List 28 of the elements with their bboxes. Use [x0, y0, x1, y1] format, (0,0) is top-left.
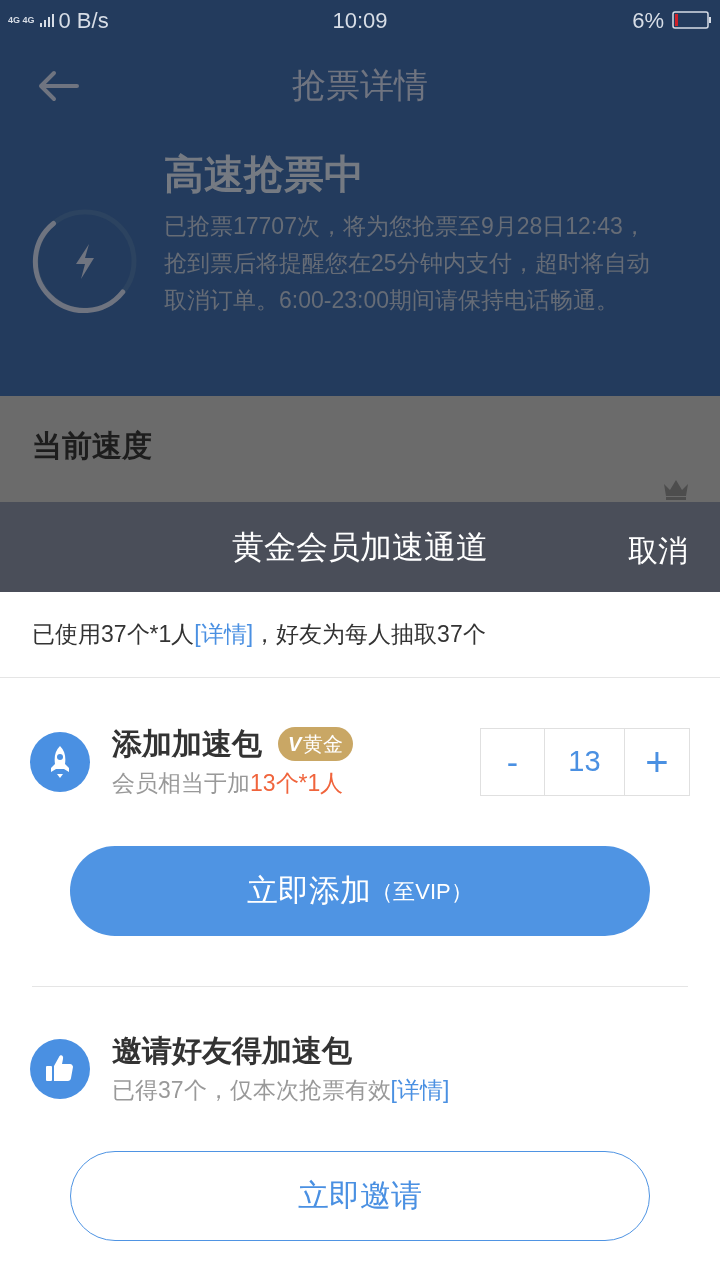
section-title: 当前速度 — [32, 427, 152, 464]
rocket-icon — [30, 732, 90, 792]
details-link[interactable]: [详情] — [194, 621, 254, 648]
clock-time: 10:09 — [332, 6, 388, 35]
item-title: 添加加速包 — [112, 726, 262, 762]
add-button[interactable]: 立即添加（至VIP） — [70, 846, 650, 936]
battery-percent: 6% — [632, 6, 664, 35]
sheet-title: 黄金会员加速通道 — [232, 528, 488, 567]
status-heading: 高速抢票中 — [164, 151, 365, 198]
battery-icon — [672, 11, 712, 29]
item-subtitle: 已得37个，仅本次抢票有效[详情] — [112, 1076, 451, 1105]
lightning-ring-icon — [32, 208, 138, 314]
details-link[interactable]: [详情] — [390, 1077, 450, 1103]
thumbs-up-icon — [30, 1039, 90, 1099]
minus-button[interactable]: - — [481, 729, 545, 795]
network-speed: 0 B/s — [58, 6, 109, 35]
crown-icon — [662, 478, 690, 500]
network-label: 4G 4G — [8, 15, 35, 25]
usage-text: 已使用37个*1人[详情]，好友为每人抽取37个 — [32, 620, 486, 650]
item-subtitle: 会员相当于加13个*1人 — [112, 769, 345, 798]
plus-button[interactable]: + — [625, 729, 689, 795]
status-description: 已抢票17707次，将为您抢票至9月28日12:43，抢到票后将提醒您在25分钟内支付，超时将自动取消订单。6:00-23:00期间请保持电话畅通。 — [164, 212, 651, 315]
page-title: 抢票详情 — [292, 64, 428, 106]
signal-icon — [38, 12, 55, 28]
item-title: 邀请好友得加速包 — [112, 1033, 352, 1069]
member-badge: V黄金 — [278, 727, 354, 761]
quantity-field[interactable]: 13 — [545, 729, 625, 795]
cancel-button[interactable]: 取消 — [628, 528, 688, 573]
